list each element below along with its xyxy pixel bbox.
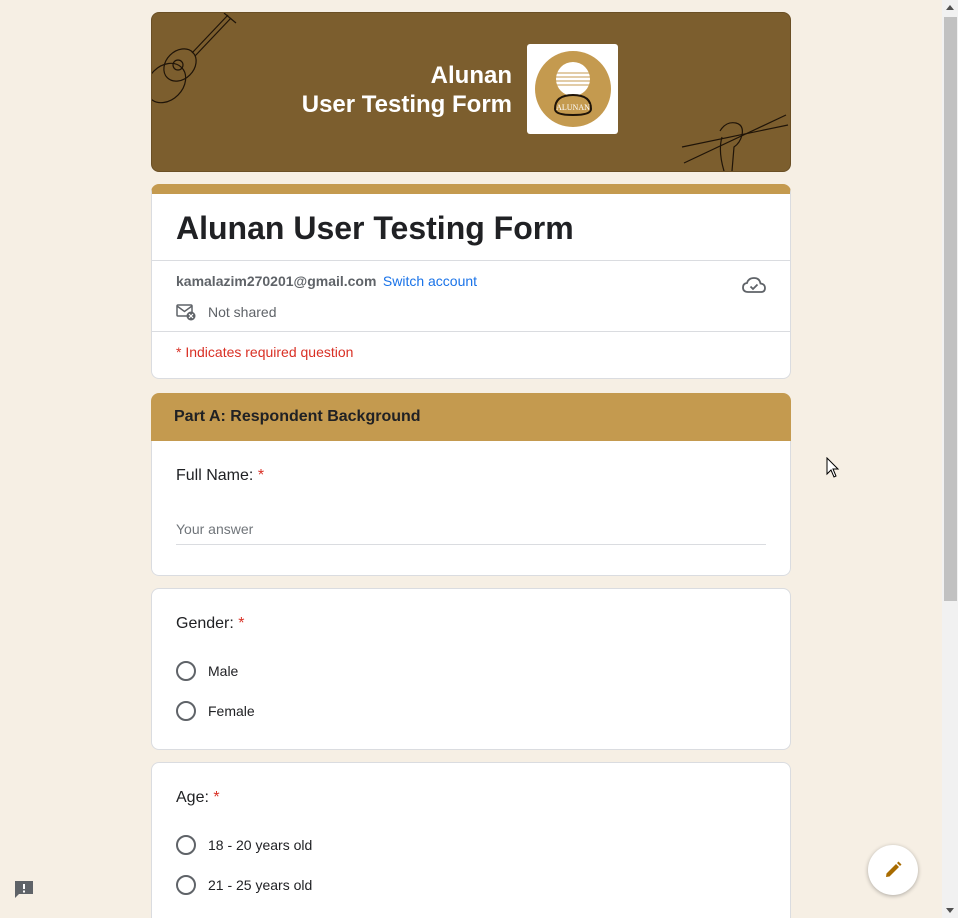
question-age: Age: * 18 - 20 years old 21 - 25 years o… — [151, 762, 791, 918]
mail-not-shared-icon — [176, 304, 196, 321]
alunan-logo-image: ALUNAN — [534, 51, 611, 127]
radio-option-21-25[interactable]: 21 - 25 years old — [176, 865, 766, 905]
shared-status-text: Not shared — [208, 304, 277, 320]
radio-option-female[interactable]: Female — [176, 691, 766, 731]
cloud-saved-icon[interactable] — [742, 275, 766, 295]
vertical-scrollbar[interactable] — [942, 0, 958, 918]
radio-option-label: Female — [208, 703, 255, 719]
radio-option-label: 18 - 20 years old — [208, 837, 313, 853]
question-label: Age: * — [176, 789, 766, 807]
account-email: kamalazim270201@gmail.com — [176, 273, 377, 289]
alunan-logo: ALUNAN — [527, 44, 618, 134]
radio-button[interactable] — [176, 701, 196, 721]
logo-wordmark: ALUNAN — [556, 103, 590, 112]
question-label-text: Gender: — [176, 615, 234, 632]
banner-title-line1: Alunan — [430, 62, 512, 89]
radio-button[interactable] — [176, 875, 196, 895]
scroll-down-arrow-icon[interactable] — [946, 908, 954, 913]
pencil-icon — [886, 861, 902, 877]
radio-button[interactable] — [176, 661, 196, 681]
guitar-illustration — [152, 13, 237, 104]
section-card: Part A: Respondent Background Full Name:… — [151, 393, 791, 576]
question-label: Full Name: * — [176, 467, 766, 485]
report-feedback-icon[interactable] — [13, 880, 35, 905]
switch-account-link[interactable]: Switch account — [383, 273, 477, 289]
form-page: Alunan User Testing Form ALUNAN Alunan U… — [151, 12, 791, 918]
mouse-cursor-icon — [826, 457, 840, 478]
required-note: * Indicates required question — [152, 331, 790, 378]
question-label: Gender: * — [176, 615, 766, 633]
full-name-input[interactable]: Your answer — [176, 521, 766, 545]
question-gender: Gender: * Male Female — [151, 588, 791, 750]
section-title: Part A: Respondent Background — [151, 393, 791, 441]
question-label-text: Full Name: — [176, 467, 254, 484]
scroll-up-arrow-icon[interactable] — [946, 5, 954, 10]
required-asterisk: * — [238, 615, 245, 632]
required-asterisk: * — [257, 467, 265, 484]
question-label-text: Age: — [176, 789, 209, 806]
banner-title-line2: User Testing Form — [301, 91, 512, 118]
form-header-card: Alunan User Testing Form kamalazim270201… — [151, 184, 791, 379]
radio-button[interactable] — [176, 835, 196, 855]
radio-option-male[interactable]: Male — [176, 651, 766, 691]
radio-group: 18 - 20 years old 21 - 25 years old — [176, 825, 766, 905]
scrollbar-thumb[interactable] — [944, 17, 957, 601]
required-asterisk: * — [213, 789, 220, 806]
account-row: kamalazim270201@gmail.com Switch account… — [152, 260, 790, 331]
radio-option-18-20[interactable]: 18 - 20 years old — [176, 825, 766, 865]
question-full-name: Full Name: * Your answer — [151, 441, 791, 576]
radio-option-label: Male — [208, 663, 239, 679]
drumsticks-illustration — [681, 114, 789, 171]
radio-group: Male Female — [176, 651, 766, 731]
banner-title: Alunan User Testing Form — [302, 61, 512, 119]
edit-fab-button[interactable] — [868, 845, 918, 895]
shared-status: Not shared — [176, 303, 766, 321]
form-banner: Alunan User Testing Form ALUNAN — [151, 12, 791, 172]
radio-option-label: 21 - 25 years old — [208, 877, 313, 893]
form-title: Alunan User Testing Form — [176, 210, 574, 246]
